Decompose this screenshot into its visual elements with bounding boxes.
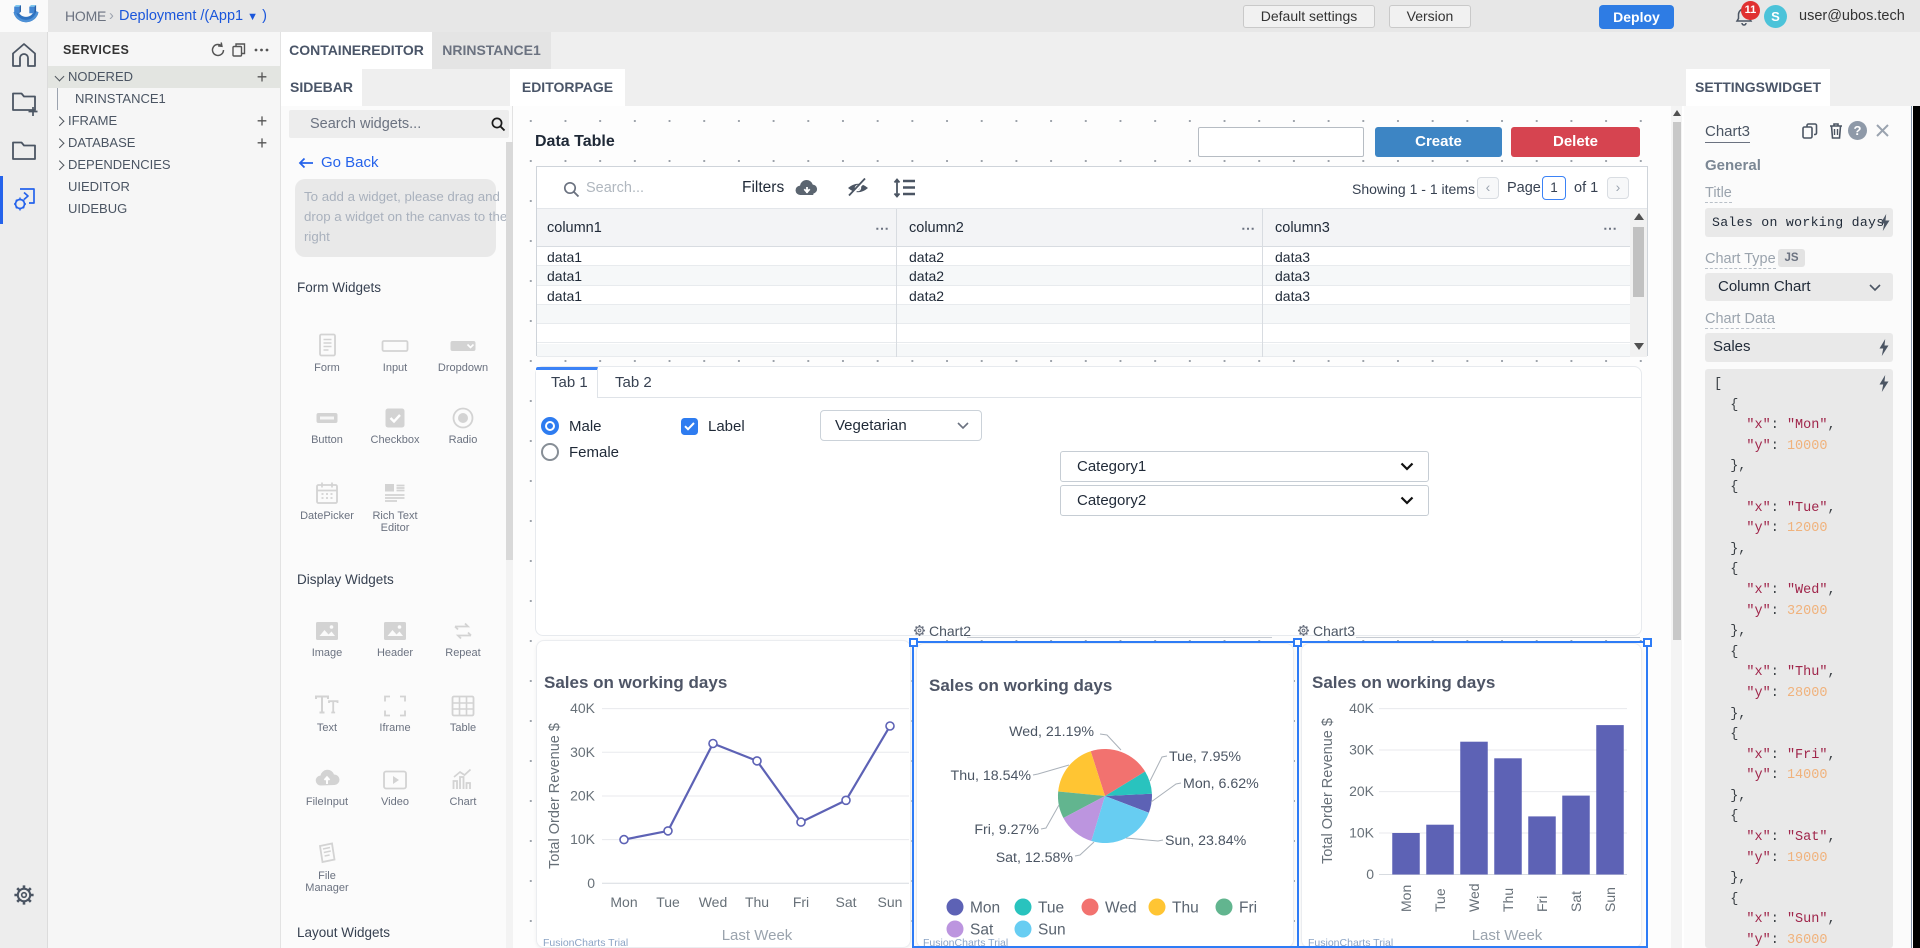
svg-text:Mon: Mon	[610, 894, 637, 910]
svg-text:Sales on working days: Sales on working days	[544, 673, 727, 692]
svg-text:FusionCharts Trial: FusionCharts Trial	[543, 937, 628, 947]
svg-text:10K: 10K	[570, 831, 596, 847]
svg-text:Fri: Fri	[793, 894, 809, 910]
svg-text:Last Week: Last Week	[722, 927, 793, 944]
svg-text:Tue: Tue	[656, 894, 680, 910]
svg-text:30K: 30K	[570, 744, 596, 760]
svg-text:Thu: Thu	[745, 894, 769, 910]
svg-text:40K: 40K	[570, 700, 596, 716]
svg-text:0: 0	[587, 875, 595, 891]
svg-text:Sun: Sun	[878, 894, 903, 910]
svg-text:20K: 20K	[570, 788, 596, 804]
svg-text:Wed: Wed	[699, 894, 728, 910]
svg-text:Total Order Revenue $: Total Order Revenue $	[547, 723, 563, 869]
svg-text:Sat: Sat	[835, 894, 856, 910]
